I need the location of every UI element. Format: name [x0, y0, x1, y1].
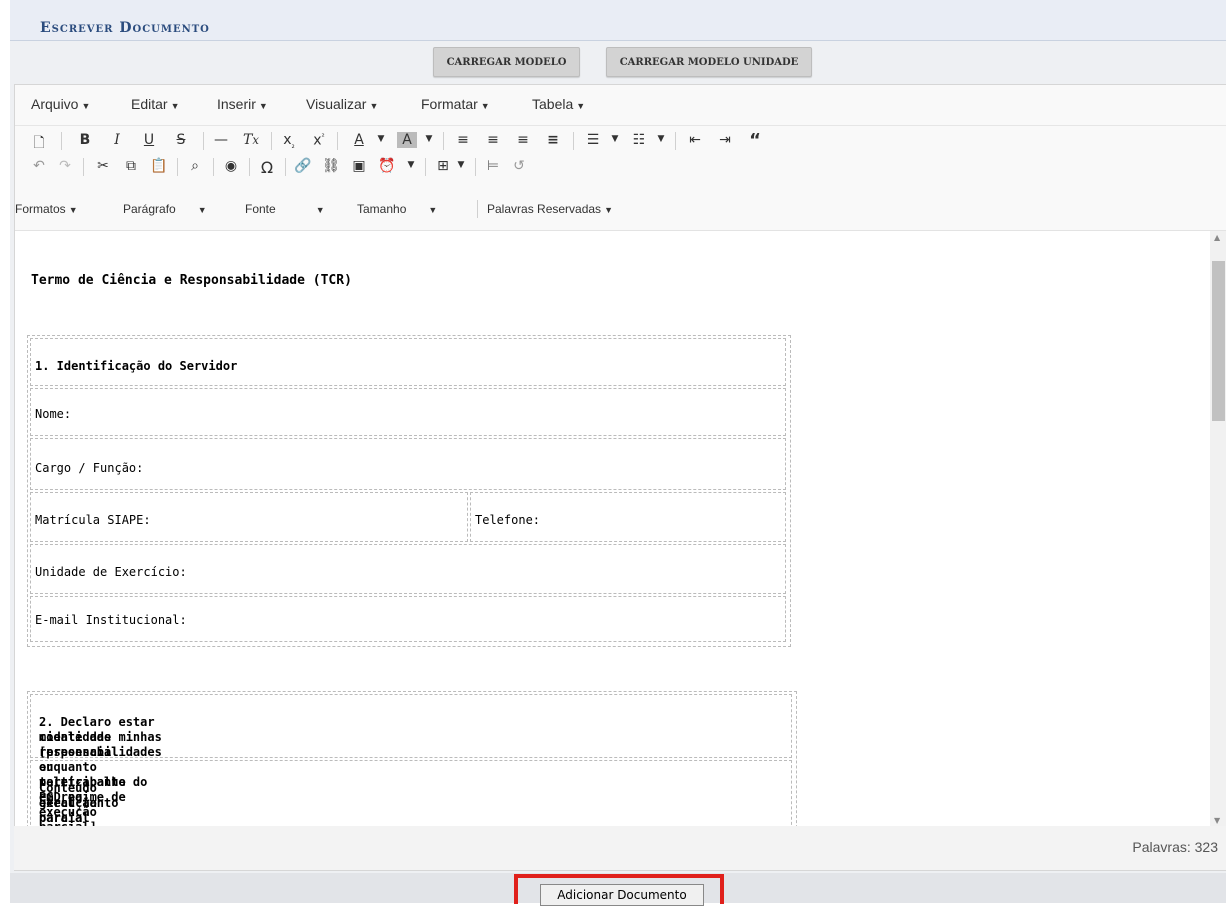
chevron-down-icon: ▼	[480, 101, 490, 111]
formats-dropdown[interactable]: Formatos ▼	[15, 202, 78, 216]
blockquote-icon[interactable]: “	[745, 130, 765, 151]
editor-menubar: Arquivo ▼ Editar ▼ Inserir ▼ Visualizar ▼ Fo…	[15, 85, 1226, 126]
document-content[interactable]: Termo de Ciência e Responsabilidade (TCR…	[15, 231, 1210, 827]
find-replace-icon[interactable]: ⌕	[185, 158, 205, 174]
chevron-down-icon: ▼	[68, 205, 78, 215]
clear-formatting-icon[interactable]: Tx	[241, 132, 261, 148]
unlink-icon[interactable]: ⛓	[321, 158, 341, 174]
horizontal-rule-icon[interactable]: —	[211, 132, 231, 148]
table-row: 1. Identificação do Servidor	[30, 338, 786, 386]
reserved-words-dropdown[interactable]: Palavras Reservadas ▼	[487, 202, 613, 216]
panel-header: Escrever Documento	[10, 0, 1226, 41]
role-label: Cargo / Função:	[35, 461, 144, 475]
name-label: Nome:	[35, 407, 72, 421]
chevron-down-icon: ▼	[170, 101, 180, 111]
align-right-icon[interactable]: ≡	[513, 132, 533, 148]
font-dropdown[interactable]: Fonte ▼	[245, 202, 325, 216]
special-char-icon[interactable]: Ω	[257, 158, 277, 177]
unit-label: Unidade de Exercício:	[35, 565, 187, 579]
word-count: Palavras: 323	[1132, 839, 1218, 855]
table-row[interactable]: Telefone:	[470, 492, 786, 542]
restore-draft-icon[interactable]: ↺	[509, 158, 529, 174]
page-break-icon[interactable]: ⊨	[483, 158, 503, 174]
responsibilities-table: 2. Declaro estar ciente das minhas respo…	[27, 691, 797, 827]
section1-heading: 1. Identificação do Servidor	[35, 359, 238, 373]
bullet-list-icon[interactable]: ☰	[583, 132, 603, 148]
subscript-icon[interactable]: x₂	[279, 132, 299, 150]
table-icon[interactable]: ⊞	[433, 158, 453, 174]
menu-visualizar[interactable]: Visualizar ▼	[306, 96, 378, 112]
content-scrollbar[interactable]: ▲ ▼	[1210, 231, 1226, 827]
align-left-icon[interactable]: ≡	[453, 132, 473, 148]
italic-icon[interactable]: I	[107, 132, 127, 148]
editor-toolbar: 🗋 B I U S — Tx x₂ x² A ▼ A ▼ ≡ ≡ ≡ ≡ ☰ ▼…	[15, 126, 1226, 231]
datetime-icon[interactable]: ⏰	[377, 158, 397, 174]
text-color-icon[interactable]: A	[349, 132, 369, 148]
table-row[interactable]: E-mail Institucional:	[30, 596, 786, 642]
align-center-icon[interactable]: ≡	[483, 132, 503, 148]
model-button-bar: CARREGAR MODELO CARREGAR MODELO UNIDADE	[10, 41, 1226, 85]
background-color-icon[interactable]: A	[397, 132, 417, 148]
cut-icon[interactable]: ✂	[93, 158, 113, 174]
superscript-icon[interactable]: x²	[309, 132, 329, 149]
chevron-down-icon: ▼	[576, 101, 586, 111]
table-row[interactable]: Unidade de Exercício:	[30, 544, 786, 594]
scroll-down-icon[interactable]: ▼	[1214, 816, 1220, 825]
rich-text-editor: Arquivo ▼ Editar ▼ Inserir ▼ Visualizar ▼ Fo…	[14, 84, 1226, 827]
strikethrough-icon[interactable]: S	[171, 132, 191, 148]
email-label: E-mail Institucional:	[35, 613, 187, 627]
table-row[interactable]: Matrícula SIAPE:	[30, 492, 468, 542]
load-model-button[interactable]: CARREGAR MODELO	[433, 47, 580, 77]
editor-panel: Escrever Documento CARREGAR MODELO CARRE…	[10, 0, 1226, 903]
chevron-down-icon[interactable]: ▼	[371, 134, 391, 144]
link-icon[interactable]: 🔗	[293, 158, 313, 174]
size-dropdown[interactable]: Tamanho ▼	[357, 202, 437, 216]
chevron-down-icon[interactable]: ▼	[419, 134, 439, 144]
document-title: Termo de Ciência e Responsabilidade (TCR…	[31, 273, 352, 288]
preview-icon[interactable]: ◉	[221, 158, 241, 174]
scrollbar-thumb[interactable]	[1212, 261, 1225, 421]
menu-arquivo[interactable]: Arquivo ▼	[31, 96, 90, 112]
copy-icon[interactable]: ⧉	[121, 158, 141, 174]
paste-icon[interactable]: 📋	[149, 158, 169, 174]
table-row[interactable]: Cargo / Função:	[30, 438, 786, 490]
menu-formatar[interactable]: Formatar ▼	[421, 96, 490, 112]
chevron-down-icon: ▼	[258, 101, 268, 111]
editor-statusbar: Palavras: 323	[14, 826, 1226, 871]
menu-inserir[interactable]: Inserir ▼	[217, 96, 268, 112]
identification-table: 1. Identificação do Servidor Nome: Cargo…	[27, 335, 791, 647]
paragraph-dropdown[interactable]: Parágrafo ▼	[123, 202, 207, 216]
outdent-icon[interactable]: ⇤	[685, 132, 705, 148]
load-model-unit-button[interactable]: CARREGAR MODELO UNIDADE	[606, 47, 812, 77]
image-icon[interactable]: ▣	[349, 158, 369, 174]
undo-icon[interactable]: ↶	[29, 158, 49, 174]
table-row[interactable]: Nome:	[30, 388, 786, 436]
phone-label: Telefone:	[475, 513, 541, 527]
chevron-down-icon: ▼	[315, 205, 325, 215]
underline-icon[interactable]: U	[139, 132, 159, 148]
chevron-down-icon: ▼	[197, 205, 207, 215]
menu-tabela[interactable]: Tabela ▼	[532, 96, 585, 112]
chevron-down-icon: ▼	[604, 205, 613, 215]
table-row: 2. Declaro estar ciente das minhas respo…	[30, 694, 792, 827]
indent-icon[interactable]: ⇥	[715, 132, 735, 148]
panel-title: Escrever Documento	[40, 20, 210, 36]
bold-icon[interactable]: B	[75, 132, 95, 148]
redo-icon[interactable]: ↷	[55, 158, 75, 174]
chevron-down-icon[interactable]: ▼	[401, 160, 421, 170]
siape-label: Matrícula SIAPE:	[35, 513, 151, 527]
chevron-down-icon: ▼	[81, 101, 91, 111]
align-justify-icon[interactable]: ≡	[543, 132, 563, 148]
scroll-up-icon[interactable]: ▲	[1214, 233, 1220, 242]
chevron-down-icon: ▼	[428, 205, 438, 215]
numbered-list-icon[interactable]: ☷	[629, 132, 649, 148]
table-row: Conteúdo geral tanto para a modalidade p…	[30, 760, 792, 827]
chevron-down-icon[interactable]: ▼	[651, 134, 671, 144]
chevron-down-icon[interactable]: ▼	[451, 160, 471, 170]
chevron-down-icon[interactable]: ▼	[605, 134, 625, 144]
new-document-icon[interactable]: 🗋	[29, 132, 49, 156]
menu-editar[interactable]: Editar ▼	[131, 96, 180, 112]
chevron-down-icon: ▼	[369, 101, 379, 111]
